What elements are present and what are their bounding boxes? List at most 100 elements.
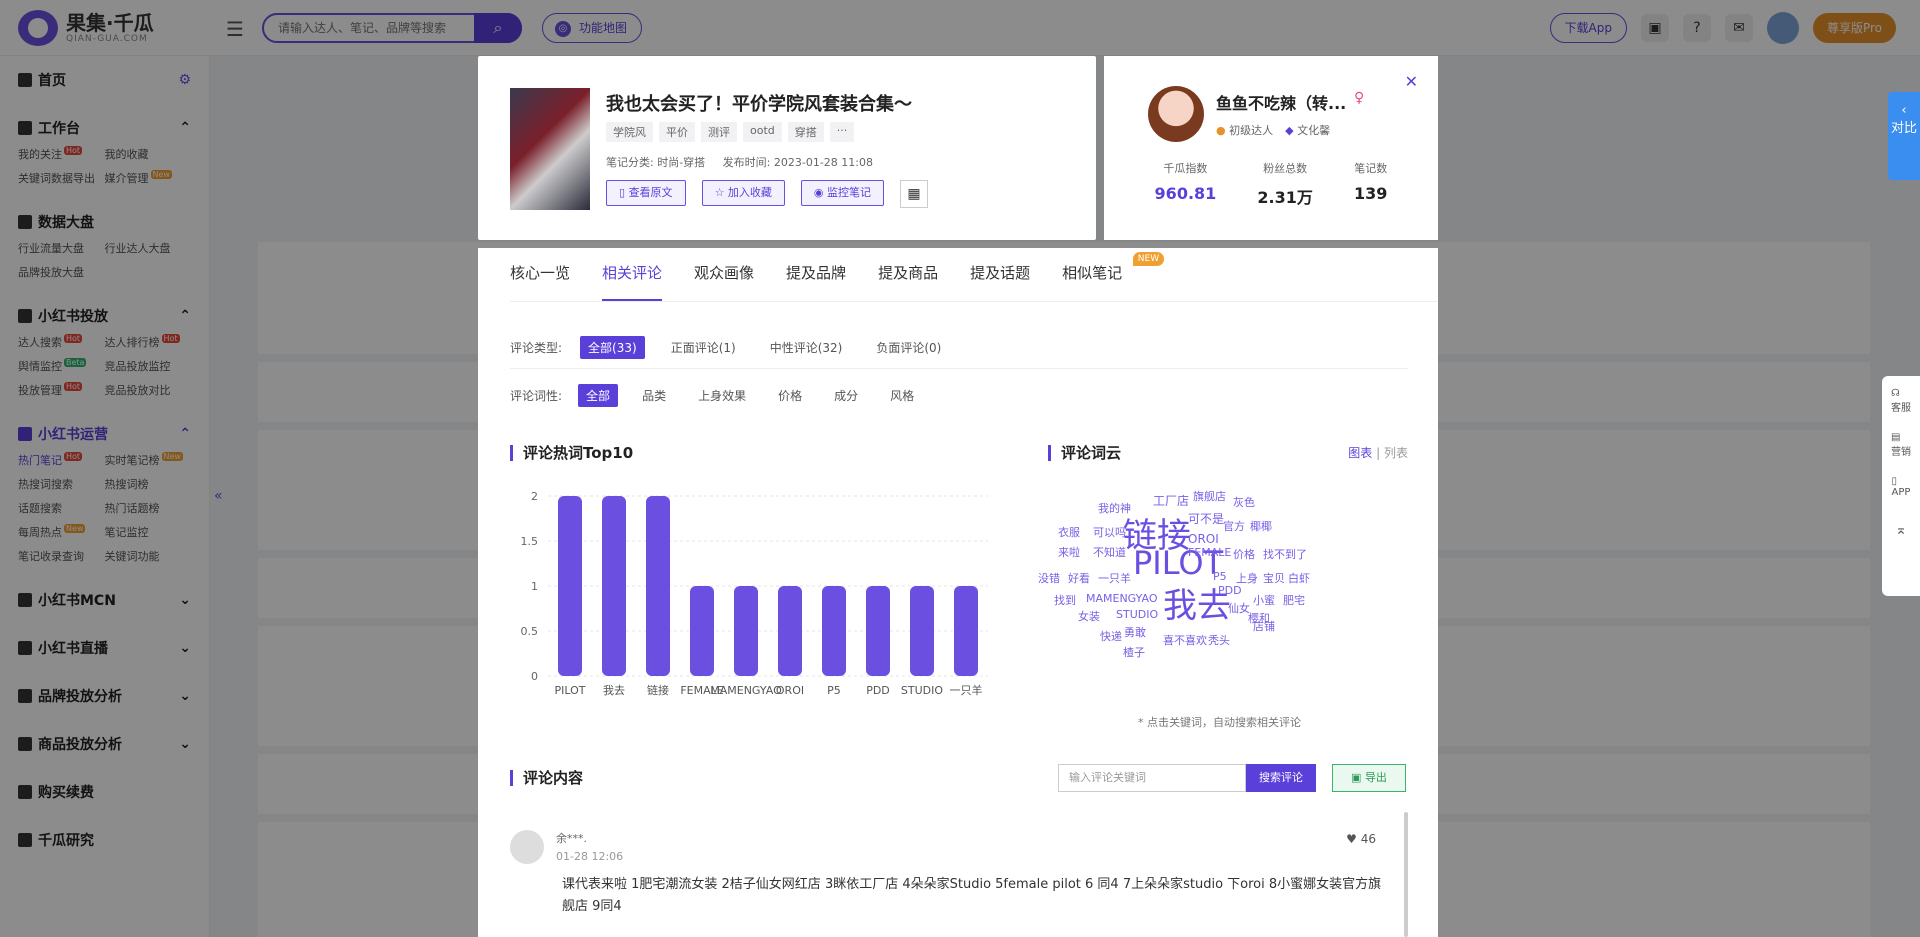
filter-neutral[interactable]: 中性评论(32) [762,336,851,359]
bar-STUDIO[interactable] [910,586,934,676]
bar-FEMALE[interactable] [690,586,714,676]
cloud-word[interactable]: 找到 [1054,592,1076,608]
note-publish-time: 发布时间: 2023-01-28 11:08 [722,156,873,169]
comment-prop-filter: 评论词性: 全部 品类 上身效果 价格 成分 风格 [510,384,922,407]
tab-topics[interactable]: 提及话题 [970,248,1030,301]
x-tick-label: 我去 [603,684,625,697]
prop-category[interactable]: 品类 [634,384,674,407]
note-detail-panel: 核心一览 相关评论 观众画像 提及品牌 提及商品 提及话题 相似笔记 NEW 评论… [478,248,1438,937]
cloud-word[interactable]: 来啦 [1058,544,1080,560]
cloud-word[interactable]: FEMALE [1188,546,1231,559]
bar-P5[interactable] [822,586,846,676]
bar-PILOT[interactable] [558,496,582,676]
prop-ingredient[interactable]: 成分 [826,384,866,407]
tab-comments[interactable]: 相关评论 [602,248,663,301]
heart-icon: ♥ [1346,832,1361,846]
cloud-word[interactable]: 女装 [1078,608,1100,624]
cloud-word[interactable]: MAMENGYAO [1086,592,1158,605]
x-tick-label: OROI [776,684,804,697]
bar-OROI[interactable] [778,586,802,676]
tab-goods[interactable]: 提及商品 [878,248,938,301]
compare-tab[interactable]: ‹ 对比 [1888,92,1920,180]
note-tags: 学院风 平价 测评 ootd 穿搭 ··· [606,122,855,142]
cloud-word[interactable]: 没错 [1038,570,1060,586]
cloud-word[interactable]: 价格 [1233,546,1255,562]
cloud-word[interactable]: 小蜜 [1253,592,1275,608]
monitor-note-button[interactable]: ◉ 监控笔记 [800,180,885,206]
note-tag: 学院风 [606,122,653,142]
phone-icon: ▯ [1891,476,1898,487]
note-category: 笔记分类: 时尚-穿搭 [606,156,706,169]
cloud-word[interactable]: 可以吗 [1093,524,1126,540]
prop-all[interactable]: 全部 [578,384,619,407]
star-icon: ☆ [714,186,728,199]
cloud-word[interactable]: 好看 [1068,570,1090,586]
chart-icon: ▤ [1891,432,1901,443]
note-thumbnail[interactable] [510,88,590,210]
bar-PDD[interactable] [866,586,890,676]
note-info-card: 我也太会买了！平价学院风套装合集～ 学院风 平价 测评 ootd 穿搭 ··· … [478,56,1096,240]
prop-style[interactable]: 风格 [882,384,922,407]
prop-price[interactable]: 价格 [770,384,810,407]
cloud-word[interactable]: 找不到了 [1263,546,1307,562]
tab-brands[interactable]: 提及品牌 [786,248,846,301]
cloud-word[interactable]: 不知道 [1093,544,1126,560]
chart-view-button[interactable]: 图表 [1348,446,1372,460]
close-icon[interactable]: ✕ [1405,72,1418,91]
x-tick-label: PILOT [555,684,586,697]
cloud-word[interactable]: 旗舰店 [1193,488,1226,504]
view-original-button[interactable]: ▯ 查看原文 [606,180,686,206]
bar-链接[interactable] [646,496,670,676]
add-favorite-button[interactable]: ☆ 加入收藏 [701,180,785,206]
author-name[interactable]: 鱼鱼不吃辣（转... [1216,90,1346,114]
cloud-word[interactable]: 我去 [1163,578,1231,627]
tab-similar[interactable]: 相似笔记 NEW [1062,248,1165,301]
cloud-word[interactable]: 肥宅 [1283,592,1305,608]
cloud-word[interactable]: 喜不喜欢 [1163,632,1207,648]
cloud-word[interactable]: 可不是 [1188,510,1224,527]
cloud-word[interactable]: 一只羊 [1098,570,1131,586]
female-icon: ♀ [1354,90,1365,106]
cloud-word[interactable]: 勇敢 [1124,624,1146,640]
marketing-tool[interactable]: ▤ 营销 [1891,432,1911,458]
cloud-word[interactable]: 工厂店 [1153,492,1189,509]
excel-icon: ▣ [1351,771,1365,784]
app-tool[interactable]: ▯ APP [1892,476,1911,498]
more-tags-button[interactable]: ··· [829,122,855,142]
cloud-word[interactable]: 白虾 [1288,570,1310,586]
author-card: 鱼鱼不吃辣（转... ♀ ● 初级达人 ◆ 文化馨 ✕ 千瓜指数 960.81 粉… [1104,56,1438,240]
bar-MAMENGYAO[interactable] [734,586,758,676]
cloud-word[interactable]: 樱和 [1248,610,1270,626]
tab-overview[interactable]: 核心一览 [510,248,570,301]
cloud-word[interactable]: 官方 [1223,518,1245,534]
x-tick-label: 一只羊 [950,683,983,697]
filter-positive[interactable]: 正面评论(1) [663,336,744,359]
cloud-word[interactable]: 宝贝 [1263,570,1285,586]
cloud-word[interactable]: 仙女 [1228,600,1250,616]
filter-negative[interactable]: 负面评论(0) [868,336,949,359]
comment-search-input[interactable]: 输入评论关键词 [1058,764,1246,792]
bar-一只羊[interactable] [954,586,978,676]
filter-all[interactable]: 全部(33) [580,336,645,359]
cloud-word[interactable]: STUDIO [1116,608,1158,621]
cloud-word[interactable]: 秃头 [1208,632,1230,648]
comment-search-button[interactable]: 搜索评论 [1246,764,1316,792]
filter-label: 评论词性: [510,389,563,403]
service-tool[interactable]: ☊ 客服 [1891,388,1911,414]
tab-audience[interactable]: 观众画像 [694,248,754,301]
list-view-button[interactable]: 列表 [1384,446,1408,460]
back-to-top-icon[interactable]: ⌅ [1895,522,1907,538]
cloud-word[interactable]: 快递 [1100,628,1122,644]
cloud-word[interactable]: 衣服 [1058,524,1080,540]
cloud-word[interactable]: 椰椰 [1250,518,1272,534]
bar-我去[interactable] [602,496,626,676]
cloud-word[interactable]: 楂子 [1123,644,1145,660]
qrcode-icon[interactable]: ▦ [900,180,929,208]
scrollbar[interactable] [1404,812,1408,937]
hotword-bar-chart: 00.511.52PILOT 我去 链接 FEMALEMAMENGYAOOROI P5 P… [521,490,988,697]
prop-effect[interactable]: 上身效果 [690,384,754,407]
cloud-word[interactable]: 灰色 [1233,494,1255,510]
export-button[interactable]: ▣ 导出 [1332,764,1406,792]
author-tag: ◆ 文化馨 [1285,124,1331,137]
author-avatar[interactable] [1148,86,1204,142]
